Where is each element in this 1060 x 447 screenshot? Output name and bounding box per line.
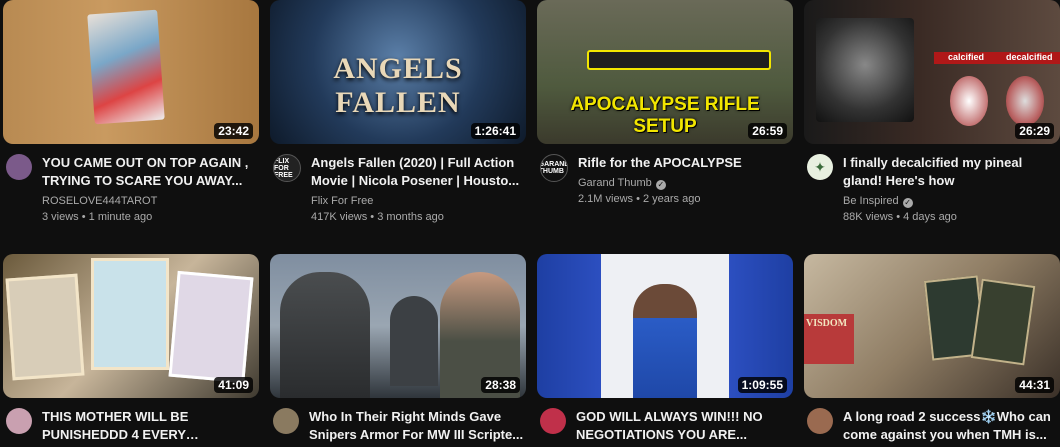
video-title[interactable]: Angels Fallen (2020) | Full Action Movie… <box>311 154 526 190</box>
video-duration: 41:09 <box>214 377 253 393</box>
channel-name-text: Garand Thumb <box>578 177 652 189</box>
tarot-card-image <box>168 270 254 384</box>
channel-avatar[interactable] <box>6 154 32 180</box>
thumbnail-title-text: ANGELS FALLEN <box>333 52 463 119</box>
thumbnail-text: VISDOM <box>806 318 848 329</box>
video-thumbnail[interactable]: VISDOM 44:31 <box>804 254 1060 398</box>
video-stats: 2.1M views • 2 years ago <box>578 193 701 205</box>
speaker-image <box>633 284 697 398</box>
channel-avatar[interactable]: FLIX FOR FREE <box>273 154 301 182</box>
video-card[interactable]: 28:38 Who In Their Right Minds Gave Snip… <box>270 254 526 447</box>
tarot-card-image <box>970 278 1036 366</box>
tarot-card-image <box>91 258 169 370</box>
video-duration: 26:29 <box>1015 123 1054 139</box>
video-card[interactable]: APOCALYPSE RIFLE SETUP 26:59 GARAND THUM… <box>537 0 793 207</box>
video-thumbnail[interactable]: calcified decalcified 26:29 <box>804 0 1060 144</box>
video-title[interactable]: THIS MOTHER WILL BE PUNISHEDDD 4 EVERY W… <box>42 408 259 444</box>
video-title[interactable]: GOD WILL ALWAYS WIN!!! NO NEGOTIATIONS Y… <box>576 408 793 444</box>
video-thumbnail[interactable]: 28:38 <box>270 254 526 398</box>
channel-name[interactable]: Be Inspired ✓ <box>843 193 1060 209</box>
video-card[interactable]: 1:09:55 GOD WILL ALWAYS WIN!!! NO NEGOTI… <box>537 254 793 447</box>
tarot-cards-image <box>87 9 165 125</box>
channel-name[interactable]: ROSELOVE444TAROT <box>42 193 259 209</box>
channel-avatar[interactable] <box>6 408 32 434</box>
video-thumbnail[interactable]: APOCALYPSE RIFLE SETUP 26:59 <box>537 0 793 144</box>
video-stats: 417K views • 3 months ago <box>311 211 444 223</box>
brain-scan-image <box>816 18 914 122</box>
soldier-image <box>390 296 438 386</box>
video-title[interactable]: YOU CAME OUT ON TOP AGAIN , TRYING TO SC… <box>42 154 259 190</box>
thumbnail-label: decalcified <box>1006 52 1053 62</box>
video-thumbnail[interactable]: 41:09 <box>3 254 259 398</box>
video-duration: 1:09:55 <box>737 377 787 393</box>
gland-image <box>950 76 988 126</box>
channel-avatar[interactable] <box>807 408 833 434</box>
video-duration: 23:42 <box>214 123 253 139</box>
video-duration: 1:26:41 <box>470 123 520 139</box>
rifle-image <box>587 50 771 70</box>
video-stats: 88K views • 4 days ago <box>843 211 957 223</box>
channel-avatar[interactable]: ✦ <box>807 154 833 180</box>
gland-image <box>1006 76 1044 126</box>
thumbnail-label: calcified <box>948 52 985 62</box>
verified-check-icon: ✓ <box>902 198 913 208</box>
channel-name-text: Be Inspired <box>843 195 899 207</box>
video-card[interactable]: VISDOM 44:31 A long road 2 success❄️Who … <box>804 254 1060 447</box>
channel-avatar[interactable] <box>273 408 299 434</box>
video-thumbnail[interactable]: 23:42 <box>3 0 259 144</box>
video-card[interactable]: 41:09 THIS MOTHER WILL BE PUNISHEDDD 4 E… <box>3 254 259 447</box>
video-duration: 44:31 <box>1015 377 1054 393</box>
video-card[interactable]: calcified decalcified 26:29 ✦ I finally … <box>804 0 1060 225</box>
video-thumbnail[interactable]: 1:09:55 <box>537 254 793 398</box>
video-title[interactable]: Rifle for the APOCALYPSE <box>578 154 793 172</box>
video-duration: 28:38 <box>481 377 520 393</box>
video-card[interactable]: 23:42 YOU CAME OUT ON TOP AGAIN , TRYING… <box>3 0 259 225</box>
channel-avatar[interactable] <box>540 408 566 434</box>
video-stats: 3 views • 1 minute ago <box>42 211 153 223</box>
video-thumbnail[interactable]: ANGELS FALLEN 1:26:41 <box>270 0 526 144</box>
soldier-image <box>280 272 370 398</box>
video-title[interactable]: A long road 2 success❄️Who can come agai… <box>843 408 1060 444</box>
video-title[interactable]: Who In Their Right Minds Gave Snipers Ar… <box>309 408 526 444</box>
channel-name[interactable]: Flix For Free <box>311 193 526 209</box>
video-duration: 26:59 <box>748 123 787 139</box>
tarot-card-image <box>5 273 85 381</box>
channel-name[interactable]: Garand Thumb ✓ <box>578 175 793 191</box>
channel-avatar[interactable]: GARAND THUMB <box>540 154 568 182</box>
video-card[interactable]: ANGELS FALLEN 1:26:41 FLIX FOR FREE Ange… <box>270 0 526 225</box>
video-title[interactable]: I finally decalcified my pineal gland! H… <box>843 154 1060 190</box>
verified-check-icon: ✓ <box>655 180 666 190</box>
